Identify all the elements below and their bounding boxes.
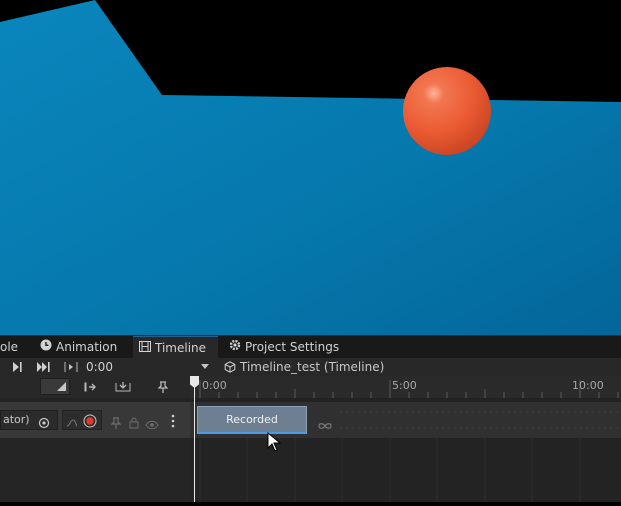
time-ruler[interactable]: 0:00 5:00 10:00 xyxy=(190,376,621,399)
track-binding-label: ator) xyxy=(3,413,30,426)
record-button[interactable] xyxy=(83,413,97,432)
mouse-cursor-icon xyxy=(267,431,282,456)
cube-icon xyxy=(224,358,236,377)
tab-animation[interactable]: Animation xyxy=(40,336,117,359)
tab-animation-label: Animation xyxy=(56,340,118,354)
recorded-clip[interactable]: Recorded xyxy=(197,406,307,434)
lock-track-icon[interactable] xyxy=(110,414,122,433)
object-picker-icon[interactable] xyxy=(38,414,50,433)
pin-icon xyxy=(158,381,168,393)
tab-timeline[interactable]: Timeline xyxy=(133,336,218,359)
window-tab-bar: ole Animation Timeline Project Settings xyxy=(0,335,621,359)
timeline-asset-label: Timeline_test (Timeline) xyxy=(240,360,385,374)
scene-view[interactable] xyxy=(0,0,621,335)
next-frame-button[interactable] xyxy=(35,359,53,375)
tab-console[interactable]: ole xyxy=(0,336,18,359)
play-icon xyxy=(13,362,22,372)
pin-button[interactable] xyxy=(154,379,172,395)
track-binding-field[interactable]: ator) xyxy=(0,410,58,430)
scene-render xyxy=(0,0,621,335)
tracks-lane-empty xyxy=(190,438,621,502)
ruler-tick-label: 10:00 xyxy=(572,379,604,392)
lock-icon[interactable] xyxy=(129,414,139,433)
gear-icon xyxy=(229,336,241,359)
ruler-tick-label: 5:00 xyxy=(392,379,417,392)
ruler-tick-label: 0:00 xyxy=(202,379,227,392)
record-icon xyxy=(83,414,97,428)
time-field[interactable]: 0:00 xyxy=(86,359,196,375)
sphere-object xyxy=(403,67,491,155)
ripple-mode-button[interactable] xyxy=(82,379,100,395)
replace-mode-button[interactable] xyxy=(114,379,132,395)
replace-icon xyxy=(115,382,131,392)
play-range-button[interactable] xyxy=(62,359,80,375)
lane-grid xyxy=(199,438,581,502)
track-header[interactable]: ator) xyxy=(0,402,190,438)
track-record-group xyxy=(62,410,102,430)
infinite-clip-icon xyxy=(318,415,332,434)
tab-timeline-label: Timeline xyxy=(155,341,207,355)
tab-console-label: ole xyxy=(0,340,19,354)
visibility-eye-icon[interactable] xyxy=(145,415,159,434)
timeline-asset-title[interactable]: Timeline_test (Timeline) xyxy=(224,359,384,375)
tracks-header-empty xyxy=(0,438,190,502)
skip-forward-icon xyxy=(37,362,50,372)
film-strip-icon xyxy=(139,337,151,360)
chevron-down-icon xyxy=(201,364,209,369)
play-button[interactable] xyxy=(8,359,26,375)
clock-icon xyxy=(40,336,52,359)
tab-project-settings[interactable]: Project Settings xyxy=(229,336,339,359)
clip-edit-mode-button[interactable] xyxy=(40,378,70,395)
play-range-icon xyxy=(64,362,78,372)
ramp-icon xyxy=(57,382,66,391)
curves-icon[interactable] xyxy=(66,414,78,433)
ripple-icon xyxy=(84,382,96,392)
tab-project-settings-label: Project Settings xyxy=(245,340,340,354)
playhead-line[interactable] xyxy=(194,385,195,502)
timeline-dropdown-button[interactable] xyxy=(196,359,214,375)
track-menu-icon[interactable] xyxy=(171,413,175,432)
